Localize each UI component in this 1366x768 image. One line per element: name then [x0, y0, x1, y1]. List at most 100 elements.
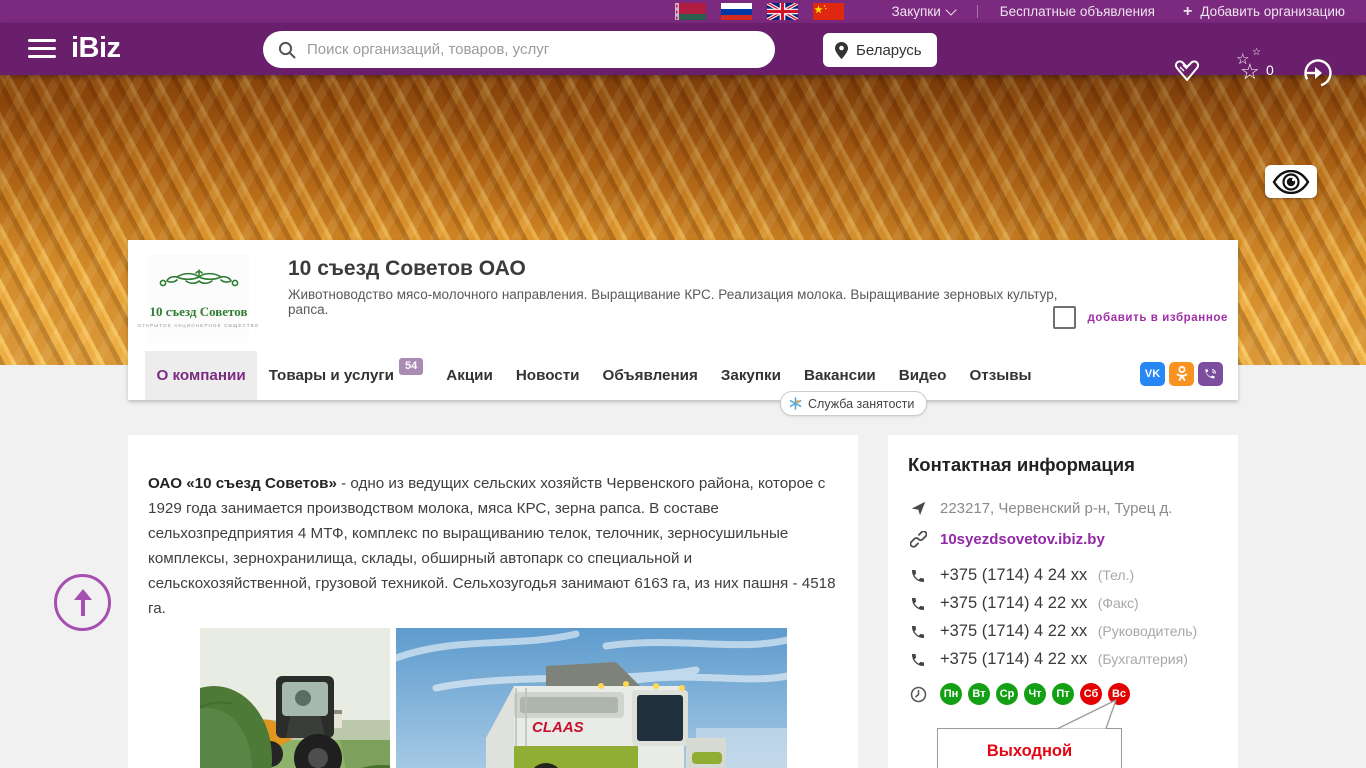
phone-row: +375 (1714) 4 24 xx (Тел.) [909, 566, 1134, 585]
add-organization-label: Добавить организацию [1200, 4, 1345, 19]
belarus-flag-icon[interactable] [674, 3, 706, 20]
favorite-checkbox[interactable] [1052, 306, 1076, 329]
login-icon[interactable] [1302, 57, 1334, 89]
region-label: Беларусь [856, 41, 922, 59]
company-description: ОАО «10 съезд Советов» - одно из ведущих… [148, 471, 838, 621]
logo-ornament-icon [159, 269, 238, 287]
logo-company-type: открытое акционерное общество [137, 323, 260, 328]
search-bar [263, 31, 775, 68]
site-logo[interactable]: iBiz [71, 32, 121, 65]
company-address: 223217, Червенский р-н, Турец д. [940, 500, 1173, 517]
uk-flag-icon[interactable] [766, 3, 798, 20]
phone-label: (Бухгалтерия) [1097, 651, 1188, 667]
company-logo: 10 съезд Советов открытое акционерное об… [138, 254, 258, 343]
tab-label: Отзывы [969, 367, 1032, 384]
photo-tractor-hay[interactable] [200, 628, 390, 768]
phone-label: (Тел.) [1097, 567, 1135, 583]
phone-row: +375 (1714) 4 22 xx (Руководитель) [909, 622, 1197, 641]
navigation-arrow-icon [909, 501, 927, 516]
menu-icon[interactable] [28, 39, 56, 59]
purchases-menu[interactable]: Закупки [891, 3, 957, 19]
tab-products[interactable]: Товары и услуги 54 [257, 351, 435, 400]
free-ads-label: Бесплатные объявления [999, 4, 1155, 19]
tab-label: Видео [898, 367, 947, 384]
products-count-badge: 54 [399, 358, 424, 375]
phone-icon [909, 624, 927, 640]
free-ads-link[interactable]: Бесплатные объявления [1000, 4, 1155, 19]
employment-service-label: Служба занятости [808, 396, 915, 411]
photo-combine-harvester[interactable]: CLAAS [396, 628, 787, 768]
phone-label: (Факс) [1097, 595, 1139, 611]
tab-label: Объявления [602, 367, 698, 384]
phone-icon [909, 652, 927, 668]
about-company-card: ОАО «10 съезд Советов» - одно из ведущих… [128, 435, 858, 768]
russia-flag-icon[interactable] [720, 3, 752, 20]
social-links: VK [1140, 362, 1223, 386]
partners-icon[interactable] [1170, 56, 1204, 86]
tab-label: Акции [446, 367, 493, 384]
star-icon: ☆ [1240, 59, 1260, 84]
contact-info-title: Контактная информация [908, 454, 1135, 475]
add-organization-link[interactable]: + Добавить организацию [1183, 3, 1345, 21]
views-counter-button[interactable] [1265, 165, 1317, 198]
odnoklassniki-icon[interactable] [1169, 362, 1194, 386]
tab-about[interactable]: О компании [145, 351, 258, 400]
plus-icon: + [1182, 2, 1193, 20]
company-header-card: 10 съезд Советов открытое акционерное об… [128, 240, 1238, 400]
day-off-tooltip: Выходной [937, 728, 1122, 768]
svg-text:CLAAS: CLAAS [532, 719, 584, 736]
tab-announcements[interactable]: Объявления [591, 351, 709, 400]
purchases-menu-label: Закупки [891, 4, 941, 19]
topbar-divider [976, 5, 978, 18]
phone-number[interactable]: +375 (1714) 4 24 xx [940, 566, 1087, 584]
phone-icon [909, 568, 927, 584]
company-website-link[interactable]: 10syezdsovetov.ibiz.by [940, 531, 1105, 548]
link-icon [909, 531, 927, 548]
star-icon: ☆ [1252, 47, 1261, 58]
phone-number[interactable]: +375 (1714) 4 22 xx [940, 594, 1087, 612]
tab-label: Новости [515, 367, 580, 384]
website-row: 10syezdsovetov.ibiz.by [909, 531, 1105, 548]
tab-label: Вакансии [804, 367, 876, 384]
company-description-lead: ОАО «10 съезд Советов» [148, 475, 337, 493]
employment-service-tooltip: Служба занятости [780, 391, 928, 416]
page: Закупки Бесплатные объявления + Добавить… [0, 0, 1366, 768]
tab-label: О компании [156, 367, 246, 384]
search-input[interactable] [305, 40, 775, 59]
favorites-count: 0 [1266, 62, 1274, 78]
tab-label: Закупки [720, 367, 781, 384]
top-bar: Закупки Бесплатные объявления + Добавить… [0, 0, 1366, 23]
company-title: 10 съезд Советов ОАО [288, 257, 526, 280]
viber-icon[interactable] [1198, 362, 1223, 386]
tab-label: Товары и услуги [268, 367, 394, 384]
phone-number[interactable]: +375 (1714) 4 22 xx [940, 650, 1087, 668]
phone-label: (Руководитель) [1097, 623, 1198, 639]
china-flag-icon[interactable] [812, 3, 844, 20]
company-description-text: - одно из ведущих сельских хозяйств Черв… [148, 475, 836, 618]
tooltip-pointer [1057, 699, 1117, 729]
favorites-counter[interactable]: ☆ ☆ ☆ 0 [1236, 47, 1282, 90]
phone-number[interactable]: +375 (1714) 4 22 xx [940, 622, 1087, 640]
chevron-down-icon [945, 3, 957, 16]
search-icon [278, 41, 296, 58]
tab-promotions[interactable]: Акции [435, 351, 505, 400]
add-to-favorites[interactable]: добавить в избранное [1052, 306, 1228, 329]
phone-icon [909, 596, 927, 612]
scroll-to-top-button[interactable] [54, 574, 111, 631]
employment-service-icon [789, 397, 802, 410]
company-subtitle: Животноводство мясо-молочного направлени… [288, 287, 1058, 317]
language-flags [674, 3, 844, 20]
phone-row: +375 (1714) 4 22 xx (Факс) [909, 594, 1139, 613]
day-off-label: Выходной [986, 742, 1073, 760]
vk-icon[interactable]: VK [1140, 362, 1165, 386]
clock-icon [909, 686, 927, 703]
phone-row: +375 (1714) 4 22 xx (Бухгалтерия) [909, 650, 1188, 669]
location-pin-icon [835, 41, 848, 59]
address-row: 223217, Червенский р-н, Турец д. [909, 500, 1172, 517]
tab-news[interactable]: Новости [504, 351, 591, 400]
tab-purchases[interactable]: Закупки [709, 351, 792, 400]
tab-reviews[interactable]: Отзывы [958, 351, 1043, 400]
contact-info-card: Контактная информация 223217, Червенский… [888, 435, 1238, 768]
region-selector[interactable]: Беларусь [823, 33, 937, 67]
arrow-up-icon [73, 588, 92, 616]
